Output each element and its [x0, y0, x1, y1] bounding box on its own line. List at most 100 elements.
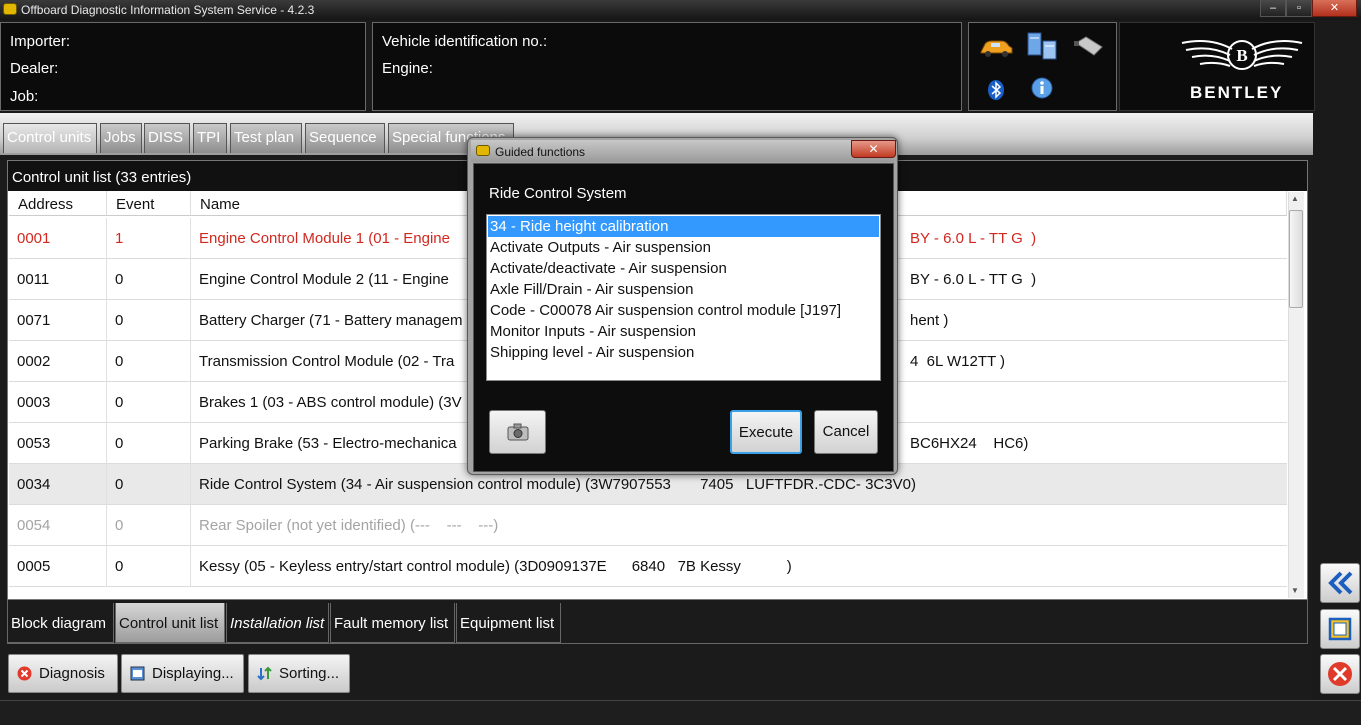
- guided-function-item[interactable]: 34 - Ride height calibration: [488, 216, 879, 237]
- subtab-installation-list[interactable]: Installation list: [226, 603, 329, 643]
- title-bar: Offboard Diagnostic Information System S…: [0, 0, 1361, 20]
- column-header-address[interactable]: Address: [9, 191, 107, 216]
- name-cell-suffix: BC6HX24 HC6): [910, 435, 1029, 452]
- connector-icon[interactable]: [1072, 33, 1108, 59]
- displaying-label: Displaying...: [152, 665, 234, 682]
- guided-function-list[interactable]: 34 - Ride height calibration Activate Out…: [486, 214, 881, 381]
- tab-jobs[interactable]: Jobs: [100, 123, 142, 153]
- guided-functions-dialog: Guided functions ✕ Ride Control System 3…: [467, 137, 898, 475]
- sort-icon: [257, 666, 272, 681]
- dialog-close-button[interactable]: ✕: [851, 140, 896, 158]
- vehicle-info-panel: Vehicle identification no.: Engine:: [372, 22, 962, 111]
- app-icon: [476, 145, 490, 156]
- job-label: Job:: [10, 88, 39, 105]
- subtab-block-diagram[interactable]: Block diagram: [7, 603, 114, 643]
- tab-control-units[interactable]: Control units: [3, 123, 97, 153]
- guided-function-item[interactable]: Shipping level - Air suspension: [488, 342, 879, 363]
- dealer-label: Dealer:: [10, 60, 59, 77]
- bluetooth-icon[interactable]: [987, 79, 1005, 101]
- address-cell: 0005: [9, 546, 107, 587]
- tab-tpi[interactable]: TPI: [193, 123, 227, 153]
- bentley-logo: B: [1181, 40, 1303, 70]
- diagnosis-label: Diagnosis: [39, 665, 105, 682]
- stop-icon: [17, 666, 32, 681]
- frame-icon: [1328, 617, 1352, 641]
- name-cell-suffix: BY - 6.0 L - TT G ): [910, 230, 1037, 247]
- tab-test-plan[interactable]: Test plan: [230, 123, 302, 153]
- window-title: Offboard Diagnostic Information System S…: [21, 3, 315, 17]
- minimize-button[interactable]: –: [1260, 0, 1286, 17]
- car-icon[interactable]: [978, 35, 1014, 59]
- event-cell: 1: [107, 218, 191, 259]
- guided-function-item[interactable]: Monitor Inputs - Air suspension: [488, 321, 879, 342]
- address-cell: 0053: [9, 423, 107, 464]
- dialog-title: Guided functions: [495, 145, 586, 159]
- table-row[interactable]: 0054 0 Rear Spoiler (not yet identified) (…: [9, 505, 1287, 546]
- address-cell: 0071: [9, 300, 107, 341]
- name-cell: Kessy (05 - Keyless entry/start control …: [199, 558, 792, 575]
- status-bar: [0, 700, 1361, 725]
- event-cell: 0: [107, 464, 191, 505]
- info-icon[interactable]: [1030, 77, 1054, 101]
- column-header-event[interactable]: Event: [107, 191, 191, 216]
- scroll-up-arrow[interactable]: ▲: [1291, 194, 1299, 203]
- execute-button[interactable]: Execute: [730, 410, 802, 454]
- guided-function-item[interactable]: Axle Fill/Drain - Air suspension: [488, 279, 879, 300]
- app-icon: [3, 3, 17, 15]
- event-cell: 0: [107, 341, 191, 382]
- network-icon[interactable]: [1026, 31, 1060, 61]
- subtab-fault-memory-list[interactable]: Fault memory list: [330, 603, 455, 643]
- guided-function-item[interactable]: Activate/deactivate - Air suspension: [488, 258, 879, 279]
- status-icons-panel: [968, 22, 1117, 111]
- screen-select-button[interactable]: [1320, 609, 1360, 649]
- dealer-info-panel: Importer: Dealer: Job:: [0, 22, 366, 111]
- scroll-down-arrow[interactable]: ▼: [1291, 586, 1299, 595]
- sorting-button[interactable]: Sorting...: [248, 654, 350, 693]
- address-cell: 0034: [9, 464, 107, 505]
- event-cell: 0: [107, 546, 191, 587]
- table-row[interactable]: 0005 0 Kessy (05 - Keyless entry/start con…: [9, 546, 1287, 587]
- address-cell: 0002: [9, 341, 107, 382]
- tab-diss[interactable]: DISS: [144, 123, 190, 153]
- name-cell-suffix: 4 6L W12TT ): [910, 353, 1006, 370]
- vin-label: Vehicle identification no.:: [382, 33, 548, 50]
- exit-button[interactable]: [1320, 654, 1360, 694]
- event-cell: 0: [107, 300, 191, 341]
- guided-function-item[interactable]: Code - C00078 Air suspension control mod…: [488, 300, 879, 321]
- name-cell-suffix: hent ): [910, 312, 949, 329]
- importer-label: Importer:: [10, 33, 71, 50]
- sorting-label: Sorting...: [279, 665, 340, 682]
- displaying-button[interactable]: Displaying...: [121, 654, 244, 693]
- camera-icon: [507, 423, 528, 441]
- event-cell: 0: [107, 423, 191, 464]
- dialog-heading: Ride Control System: [489, 185, 627, 202]
- scrollbar-thumb[interactable]: [1289, 210, 1303, 308]
- name-cell: Rear Spoiler (not yet identified) (--- -…: [199, 517, 499, 534]
- subtab-control-unit-list[interactable]: Control unit list: [115, 603, 225, 643]
- name-cell-suffix: BY - 6.0 L - TT G ): [910, 271, 1037, 288]
- tab-sequence[interactable]: Sequence: [305, 123, 385, 153]
- brand-panel: B BENTLEY: [1119, 22, 1315, 111]
- diagnosis-button[interactable]: Diagnosis: [8, 654, 118, 693]
- svg-text:B: B: [1236, 46, 1247, 65]
- dialog-title-bar: Guided functions ✕: [471, 140, 896, 162]
- address-cell: 0054: [9, 505, 107, 546]
- maximize-button[interactable]: ▫: [1286, 0, 1312, 17]
- event-cell: 0: [107, 382, 191, 423]
- display-icon: [130, 666, 145, 681]
- back-button[interactable]: [1320, 563, 1360, 603]
- close-window-button[interactable]: ✕: [1312, 0, 1357, 17]
- subtab-equipment-list[interactable]: Equipment list: [456, 603, 561, 643]
- cancel-button[interactable]: Cancel: [814, 410, 878, 454]
- event-cell: 0: [107, 505, 191, 546]
- brand-name: BENTLEY: [1190, 83, 1284, 102]
- close-icon: [1328, 662, 1352, 686]
- event-cell: 0: [107, 259, 191, 300]
- address-cell: 0001: [9, 218, 107, 259]
- address-cell: 0011: [9, 259, 107, 300]
- double-chevron-left-icon: [1328, 571, 1353, 595]
- guided-function-item[interactable]: Activate Outputs - Air suspension: [488, 237, 879, 258]
- engine-label: Engine:: [382, 60, 433, 77]
- screenshot-button[interactable]: [489, 410, 546, 454]
- address-cell: 0003: [9, 382, 107, 423]
